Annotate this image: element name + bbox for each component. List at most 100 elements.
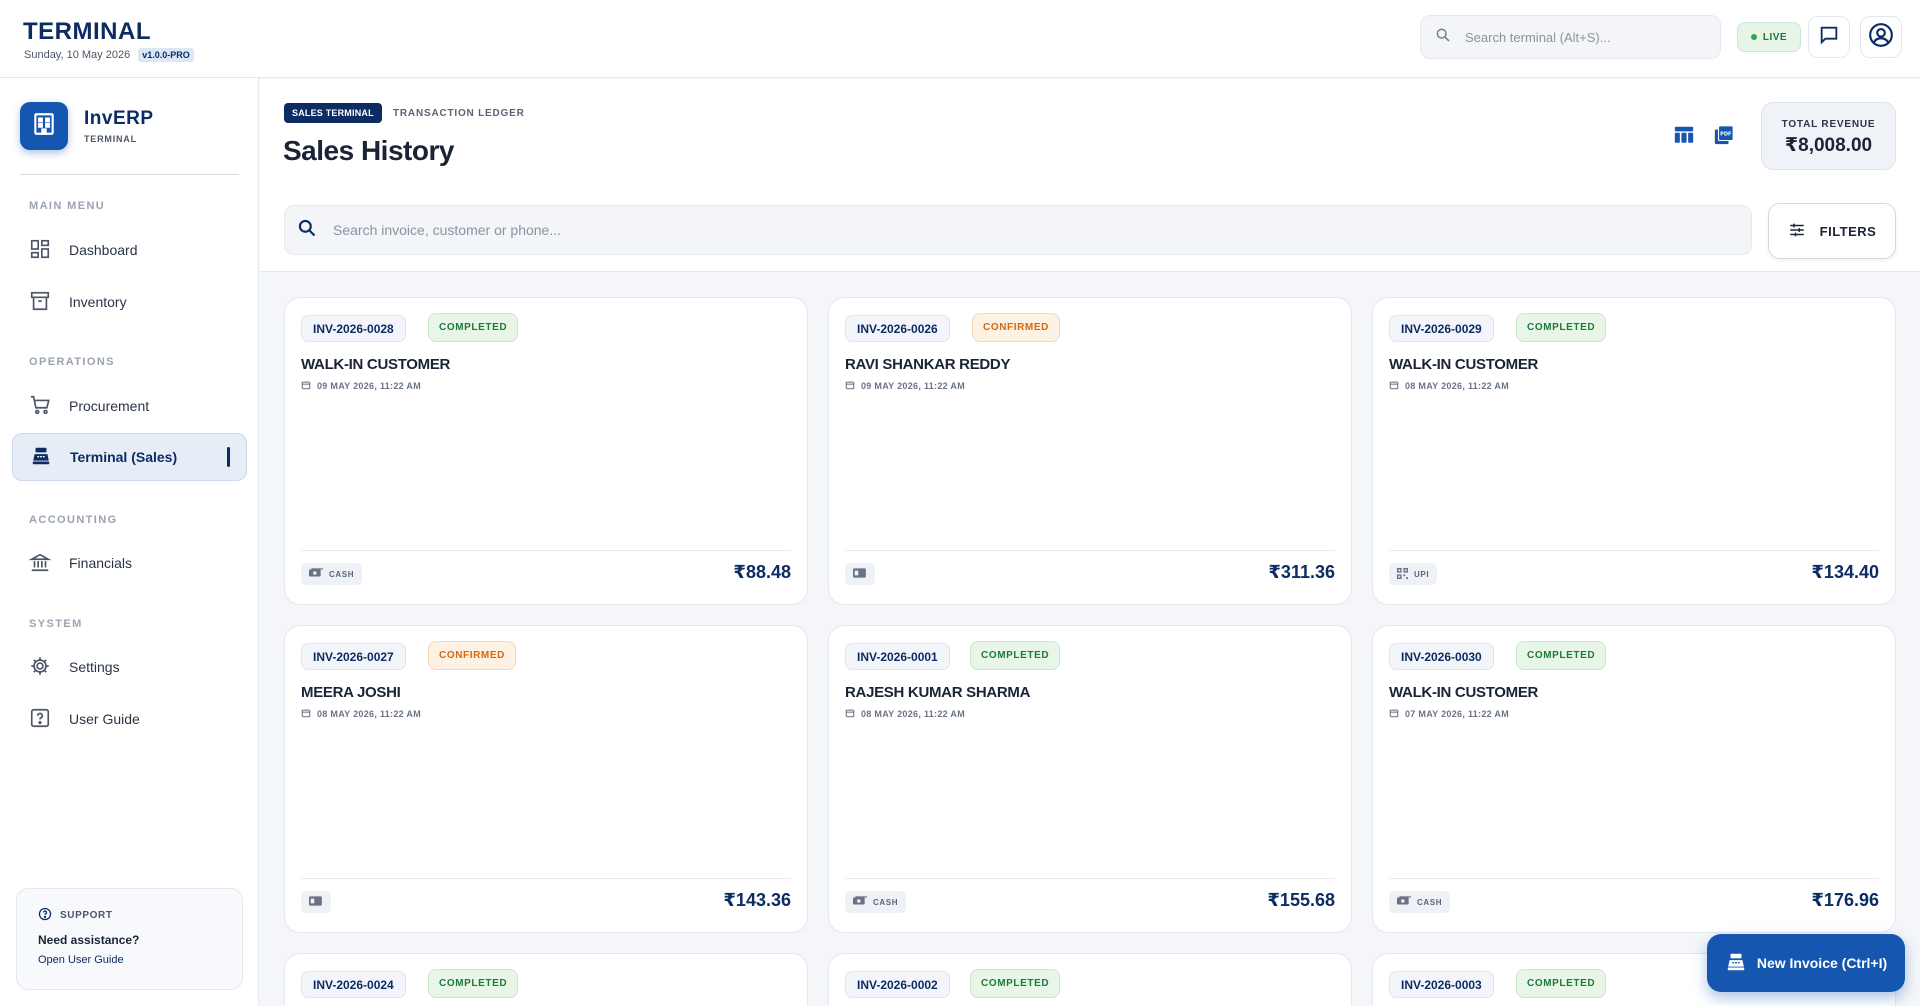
status-badge: COMPLETED <box>428 969 519 998</box>
status-badge: CONFIRMED <box>428 641 516 670</box>
customer-name: MEERA JOSHI <box>301 684 401 701</box>
brand-subtitle: TERMINAL <box>84 134 137 144</box>
payment-method-badge: UPI <box>1389 563 1438 585</box>
archive-icon <box>29 290 51 315</box>
card-divider <box>845 550 1335 551</box>
dashboard-icon <box>29 238 51 263</box>
account-icon <box>1868 22 1894 53</box>
sidebar-item-label: Terminal (Sales) <box>70 449 178 465</box>
status-badge: COMPLETED <box>970 641 1061 670</box>
invoice-search[interactable] <box>284 205 1752 255</box>
sidebar: InvERP TERMINAL MAIN MENU Dashboard Inve… <box>0 78 259 1006</box>
calendar-icon <box>1389 380 1399 392</box>
calendar-icon <box>1389 708 1399 720</box>
invoice-number: INV-2026-0001 <box>845 643 950 670</box>
open-user-guide-link[interactable]: Open User Guide <box>38 954 124 966</box>
status-badge: COMPLETED <box>428 313 519 342</box>
sidebar-item-label: Financials <box>69 555 133 571</box>
sales-card[interactable]: INV-2026-0029 COMPLETED WALK-IN CUSTOMER… <box>1372 297 1896 605</box>
card-divider <box>301 878 791 879</box>
help-icon <box>29 707 51 732</box>
sidebar-item-financials[interactable]: Financials <box>12 539 247 587</box>
brand-name: InvERP <box>84 108 154 129</box>
global-search-input[interactable] <box>1465 29 1685 45</box>
sales-card[interactable]: INV-2026-0002 COMPLETED <box>828 953 1352 1006</box>
total-revenue-card: TOTAL REVENUE ₹8,008.00 <box>1761 102 1896 170</box>
live-label: LIVE <box>1762 31 1788 43</box>
total-revenue-label: TOTAL REVENUE <box>1781 119 1876 130</box>
filters-button[interactable]: FILTERS <box>1768 203 1896 259</box>
sidebar-item-label: Inventory <box>69 294 127 310</box>
sales-card[interactable]: INV-2026-0028 COMPLETED WALK-IN CUSTOMER… <box>284 297 808 605</box>
version-badge: v1.0.0-PRO <box>138 48 194 62</box>
calendar-icon <box>301 380 311 392</box>
sidebar-item-terminal-sales[interactable]: Terminal (Sales) <box>12 433 247 481</box>
section-accounting: ACCOUNTING <box>29 514 118 526</box>
sidebar-item-dashboard[interactable]: Dashboard <box>12 226 247 274</box>
status-badge: CONFIRMED <box>972 313 1060 342</box>
invoice-number: INV-2026-0003 <box>1389 971 1494 998</box>
sales-card[interactable]: INV-2026-0030 COMPLETED WALK-IN CUSTOMER… <box>1372 625 1896 933</box>
sales-terminal-pill: SALES TERMINAL <box>284 103 382 123</box>
calendar-icon <box>301 708 311 720</box>
sidebar-item-procurement[interactable]: Procurement <box>12 382 247 430</box>
invoice-number: INV-2026-0002 <box>845 971 950 998</box>
new-invoice-button[interactable]: New Invoice (Ctrl+I) <box>1707 934 1905 992</box>
page-title: Sales History <box>283 135 454 166</box>
invoice-date: 09 MAY 2026, 11:22 AM <box>845 380 965 392</box>
invoice-date: 09 MAY 2026, 11:22 AM <box>301 380 421 392</box>
invoice-amount: ₹88.48 <box>733 562 791 582</box>
invoice-number: INV-2026-0026 <box>845 315 950 342</box>
invoice-date: 08 MAY 2026, 11:22 AM <box>845 708 965 720</box>
date-text: 07 MAY 2026, 11:22 AM <box>1405 709 1510 719</box>
sliders-icon <box>1788 221 1806 242</box>
bank-icon <box>28 551 52 576</box>
calendar-icon <box>845 380 855 392</box>
payment-method: UPI <box>1414 569 1430 579</box>
section-operations: OPERATIONS <box>29 356 115 368</box>
customer-name: RAJESH KUMAR SHARMA <box>845 684 1031 701</box>
card-payment-icon <box>309 896 323 908</box>
cash-register-icon <box>1725 951 1747 976</box>
search-icon <box>297 218 317 243</box>
status-badge: COMPLETED <box>1516 313 1607 342</box>
cash-icon <box>853 896 867 908</box>
card-divider <box>301 550 791 551</box>
sidebar-item-inventory[interactable]: Inventory <box>12 278 247 326</box>
breadcrumb: TRANSACTION LEDGER <box>393 108 525 119</box>
card-divider <box>845 878 1335 879</box>
support-label: SUPPORT <box>38 907 113 924</box>
top-bar: TERMINAL Sunday, 10 May 2026 v1.0.0-PRO … <box>0 0 1920 78</box>
invoice-number: INV-2026-0027 <box>301 643 406 670</box>
invoice-amount: ₹143.36 <box>723 890 791 910</box>
invoice-number: INV-2026-0024 <box>301 971 406 998</box>
invoice-date: 08 MAY 2026, 11:22 AM <box>1389 380 1509 392</box>
status-badge: COMPLETED <box>970 969 1061 998</box>
total-revenue-value: ₹8,008.00 <box>1784 135 1873 156</box>
global-search[interactable] <box>1420 15 1721 59</box>
invoice-amount: ₹155.68 <box>1267 890 1335 910</box>
question-icon <box>38 907 52 924</box>
messages-button[interactable] <box>1808 16 1850 58</box>
search-icon <box>1435 27 1451 48</box>
sidebar-item-user-guide[interactable]: User Guide <box>12 695 247 743</box>
live-status-badge: LIVE <box>1737 22 1801 52</box>
sales-card[interactable]: INV-2026-0026 CONFIRMED RAVI SHANKAR RED… <box>828 297 1352 605</box>
invoice-search-input[interactable] <box>333 222 1713 238</box>
invoice-amount: ₹311.36 <box>1268 562 1335 582</box>
date-text: 09 MAY 2026, 11:22 AM <box>861 381 966 391</box>
sales-card[interactable]: INV-2026-0027 CONFIRMED MEERA JOSHI 08 M… <box>284 625 808 933</box>
section-system: SYSTEM <box>29 618 83 630</box>
sidebar-item-label: Dashboard <box>69 242 138 258</box>
sales-card[interactable]: INV-2026-0024 COMPLETED <box>284 953 808 1006</box>
customer-name: WALK-IN CUSTOMER <box>1389 684 1539 701</box>
table-view-button[interactable] <box>1671 124 1697 150</box>
cash-icon <box>1397 896 1411 908</box>
export-pdf-button[interactable]: PDF <box>1711 124 1737 150</box>
filters-label: FILTERS <box>1819 223 1877 239</box>
profile-button[interactable] <box>1860 16 1902 58</box>
sales-card[interactable]: INV-2026-0001 COMPLETED RAJESH KUMAR SHA… <box>828 625 1352 933</box>
sidebar-item-settings[interactable]: Settings <box>12 643 247 691</box>
status-badge: COMPLETED <box>1516 641 1607 670</box>
invoice-number: INV-2026-0028 <box>301 315 406 342</box>
